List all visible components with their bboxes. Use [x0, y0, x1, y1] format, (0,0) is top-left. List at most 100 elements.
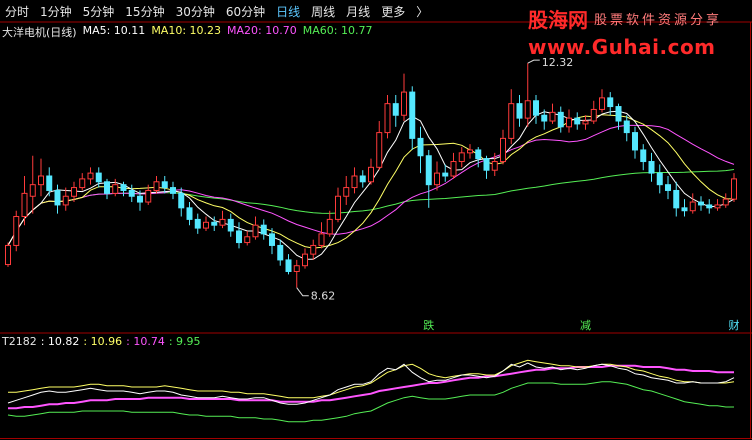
candle-body [698, 201, 704, 206]
candle [401, 73, 407, 122]
candle-body [607, 97, 614, 108]
candle [632, 126, 638, 159]
indicator-line-v4 [7, 381, 734, 423]
candle [343, 176, 350, 205]
candle [689, 193, 696, 214]
candle [252, 216, 259, 240]
candle-body [376, 132, 383, 168]
candle-body [335, 195, 341, 220]
more-arrow-icon[interactable]: 〉 [411, 3, 434, 20]
tab-daily[interactable]: 日线 [271, 3, 306, 20]
indicator-name: T2182 [2, 335, 37, 348]
candle-body [450, 161, 457, 177]
tab-60min[interactable]: 60分钟 [221, 3, 271, 20]
candle [566, 109, 572, 133]
tab-15min[interactable]: 15分钟 [120, 3, 170, 20]
tab-1min[interactable]: 1分钟 [35, 3, 78, 20]
candle [194, 213, 201, 234]
candle [681, 199, 688, 217]
candle-body [731, 178, 737, 200]
candle [376, 121, 383, 171]
candle [170, 181, 176, 200]
candle [236, 222, 242, 249]
candle-body [401, 91, 407, 116]
candle-body [137, 195, 143, 203]
candle-body [128, 189, 135, 197]
candle-body [351, 175, 358, 189]
candle-body [665, 184, 671, 191]
candle-body [269, 233, 275, 246]
candle-body [186, 207, 193, 220]
candle-body [293, 265, 300, 272]
candle [186, 202, 193, 226]
tab-weekly[interactable]: 周线 [306, 3, 341, 20]
candle-body [632, 132, 638, 151]
candle [227, 213, 234, 237]
candle-body [13, 216, 20, 246]
candle [219, 210, 226, 229]
candle [384, 94, 391, 139]
t2182-indicator-lines [7, 359, 735, 423]
candle-body [310, 244, 317, 255]
candle-body [277, 244, 284, 261]
candle [302, 248, 308, 269]
indicator-value-1: : 10.82 [40, 335, 80, 348]
candle-body [71, 187, 77, 197]
candle-body [533, 100, 539, 116]
candle-body [326, 218, 333, 235]
tab-more[interactable]: 更多 [376, 3, 411, 20]
candle-body [434, 172, 440, 186]
candle-body [54, 189, 61, 206]
period-tabs: 分时 1分钟 5分钟 15分钟 30分钟 60分钟 日线 周线 月线 更多 〉 [0, 0, 520, 22]
watermark-slogan: 股票软件资源分享 [594, 13, 723, 28]
candle [731, 173, 737, 203]
ma20-value: MA20: 10.70 [227, 24, 297, 37]
indicator-value-3: : 10.74 [126, 335, 165, 348]
candle-body [170, 187, 176, 194]
tab-monthly[interactable]: 月线 [341, 3, 376, 20]
candle-body [714, 204, 721, 209]
candle [318, 222, 325, 249]
candle [359, 170, 366, 188]
tab-30min[interactable]: 30分钟 [171, 3, 221, 20]
tab-intraday[interactable]: 分时 [0, 3, 35, 20]
candle-body [46, 175, 53, 191]
low-leader [296, 287, 309, 297]
candle-body [79, 178, 86, 189]
candle-body [590, 108, 597, 122]
candle-body [87, 172, 94, 180]
candle [54, 184, 61, 214]
candle-body [252, 224, 259, 238]
event-marker: 跌 [423, 318, 434, 332]
candle [458, 147, 465, 168]
kline-chart[interactable]: 12.328.62 跌减财 [0, 0, 752, 440]
candle-body [491, 161, 498, 171]
candle [673, 181, 680, 217]
candle [706, 199, 713, 214]
candle-body [541, 114, 548, 122]
candle-body [302, 253, 308, 267]
candle [665, 176, 671, 200]
candle-body [566, 117, 572, 128]
candle-body [442, 172, 449, 177]
candle [79, 173, 86, 191]
high-leader [527, 59, 540, 64]
candle [335, 187, 341, 223]
tab-5min[interactable]: 5分钟 [78, 3, 121, 20]
candle [368, 158, 374, 185]
candle-body [458, 152, 465, 163]
candle-body [5, 244, 11, 266]
candle-body [689, 201, 696, 212]
candle-body [343, 187, 350, 197]
candle [417, 126, 424, 174]
candle [648, 152, 655, 182]
candle [500, 129, 506, 165]
candle-body [557, 111, 564, 128]
candle [623, 115, 630, 142]
candle-body [368, 166, 374, 183]
candle-body [95, 172, 102, 183]
candle-body [38, 175, 44, 186]
candle [392, 94, 399, 127]
candle-body [656, 172, 663, 186]
indicator-line-v3 [8, 364, 734, 410]
